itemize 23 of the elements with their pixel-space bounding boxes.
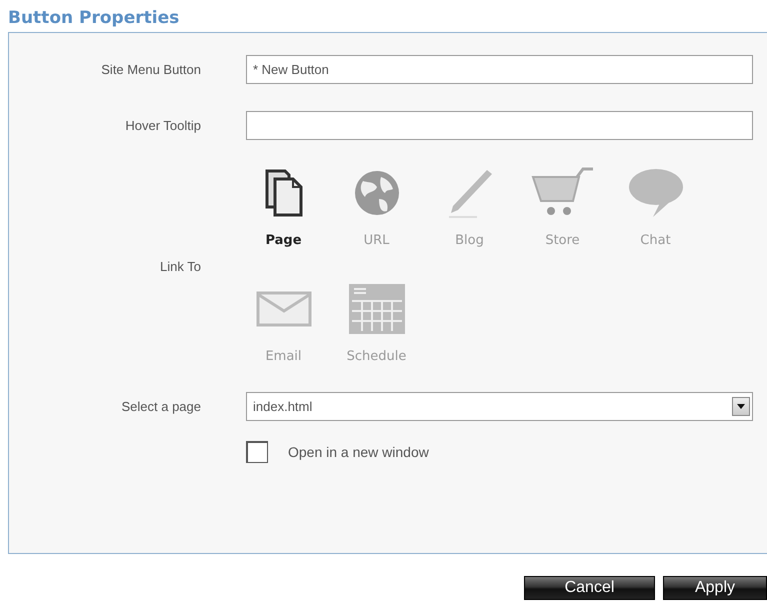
text-field[interactable] (246, 111, 753, 140)
field-label: Link To (159, 258, 201, 276)
page-select[interactable]: index.html (246, 392, 753, 421)
field-label: Site Menu Button (100, 60, 201, 79)
panel-title: Button Properties (8, 7, 180, 30)
checkbox-label: Open in a new window (288, 442, 429, 462)
field-label: Hover Tooltip (124, 116, 201, 135)
link-option[interactable]: Chat (618, 167, 693, 250)
dropdown-arrow-icon (737, 404, 745, 409)
link-option[interactable]: Store (525, 167, 600, 250)
link-option[interactable]: Email (246, 282, 321, 366)
calendar-icon (348, 282, 406, 334)
pages-icon (264, 167, 302, 219)
checkbox[interactable] (246, 441, 268, 463)
link-option[interactable]: Page (246, 167, 321, 250)
text-field[interactable]: * New Button (246, 55, 753, 84)
action-button[interactable]: Apply (663, 576, 767, 600)
speech-bubble-icon (626, 167, 684, 219)
link-option[interactable]: URL (339, 167, 414, 250)
link-option[interactable]: Blog (432, 167, 507, 250)
action-button[interactable]: Cancel (524, 576, 655, 600)
field-label: Select a page (120, 398, 201, 416)
link-option[interactable]: Schedule (339, 282, 414, 366)
